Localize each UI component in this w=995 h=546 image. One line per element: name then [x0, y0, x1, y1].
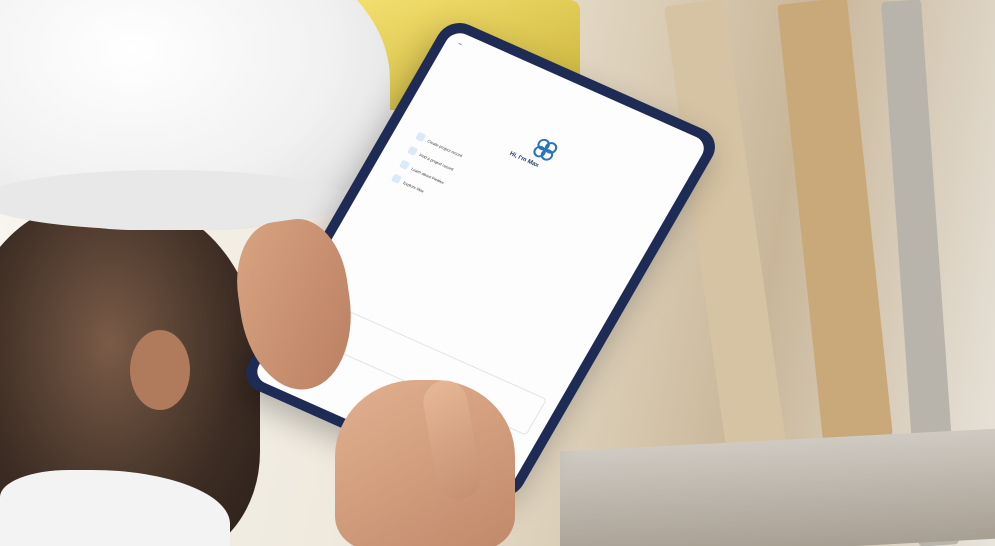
scaffold-railing	[560, 428, 995, 546]
book-icon	[398, 159, 411, 170]
background-beam	[777, 0, 893, 443]
assistant-logo-icon	[530, 136, 561, 164]
search-icon	[406, 145, 419, 156]
document-icon	[414, 131, 427, 143]
photo-scene: ▪▪▪ Hi, I'm Max Create project record Fi…	[0, 0, 995, 546]
suggestion-list: Create project record Find a project rec…	[390, 131, 520, 226]
app-header: ▪▪▪	[457, 41, 463, 47]
sparkle-icon	[390, 173, 403, 184]
